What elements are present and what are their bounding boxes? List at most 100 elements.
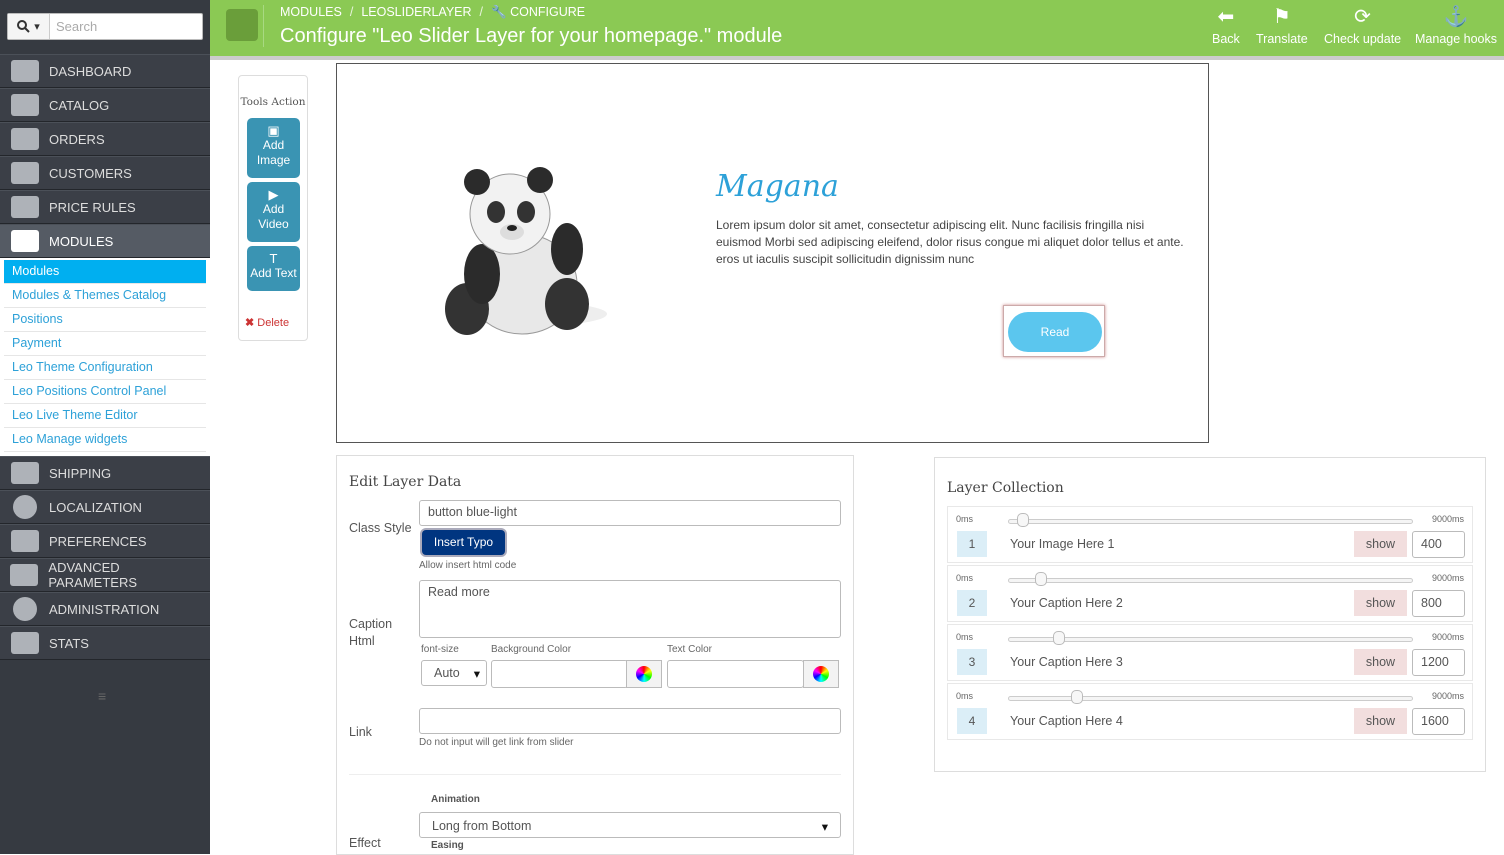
book-icon xyxy=(0,94,49,116)
menu-item-catalog[interactable]: CATALOG xyxy=(0,88,210,122)
timeline-slider[interactable] xyxy=(1008,578,1413,583)
menu-item-label: CUSTOMERS xyxy=(49,165,132,181)
timeline-slider[interactable] xyxy=(1008,519,1413,524)
search-input[interactable] xyxy=(52,14,200,39)
submenu-item-modules[interactable]: Modules xyxy=(4,260,206,284)
timeline-max-label: 9000ms xyxy=(1431,514,1464,524)
breadcrumb-separator: / xyxy=(479,5,484,19)
timeline-slider[interactable] xyxy=(1008,696,1413,701)
slide-heading[interactable]: Magana xyxy=(716,169,839,204)
page-header: MODULES / LEOSLIDERLAYER / 🔧 CONFIGURE C… xyxy=(210,0,1504,56)
menu-item-price-rules[interactable]: PRICE RULES xyxy=(0,190,210,224)
add-image-button[interactable]: ▣ Add Image xyxy=(247,118,300,178)
link-input[interactable] xyxy=(419,708,841,734)
layer-name[interactable]: Your Caption Here 3 xyxy=(1010,655,1123,669)
menu-item-preferences[interactable]: PREFERENCES xyxy=(0,524,210,558)
panda-image[interactable] xyxy=(422,164,612,344)
text-color-input[interactable] xyxy=(667,660,804,688)
check-update-button[interactable]: ⟳ Check update xyxy=(1324,4,1401,46)
layer-collection-panel: Layer Collection 0ms 9000ms 1 Your Image… xyxy=(934,457,1486,772)
menu-item-label: ORDERS xyxy=(49,131,105,147)
back-button[interactable]: ⬅ Back xyxy=(1212,4,1240,46)
add-text-button[interactable]: T Add Text xyxy=(247,246,300,291)
layer-collection-title: Layer Collection xyxy=(947,480,1064,496)
color-picker-icon[interactable] xyxy=(803,660,839,688)
menu-item-label: CATALOG xyxy=(49,97,110,113)
menu-item-orders[interactable]: ORDERS xyxy=(0,122,210,156)
timeline-slider-handle[interactable] xyxy=(1071,690,1083,704)
class-style-input[interactable]: button blue-light xyxy=(419,500,841,526)
layer-time-input[interactable]: 800 xyxy=(1412,590,1465,617)
credit-card-icon xyxy=(0,128,49,150)
add-video-button[interactable]: ▶ Add Video xyxy=(247,182,300,242)
show-button[interactable]: show xyxy=(1354,708,1407,734)
submenu-item-leo-live-theme-editor[interactable]: Leo Live Theme Editor xyxy=(4,404,206,428)
header-divider xyxy=(210,56,1504,60)
globe-icon xyxy=(0,495,49,519)
submenu-item-payment[interactable]: Payment xyxy=(4,332,206,356)
read-button[interactable]: Read xyxy=(1008,312,1102,352)
layer-time-input[interactable]: 1600 xyxy=(1412,708,1465,735)
submenu-item-leo-theme-configuration[interactable]: Leo Theme Configuration xyxy=(4,356,206,380)
submenu-item-leo-positions-control-panel[interactable]: Leo Positions Control Panel xyxy=(4,380,206,404)
layer-number: 1 xyxy=(957,531,987,557)
show-button[interactable]: show xyxy=(1354,590,1407,616)
insert-typo-button[interactable]: Insert Typo xyxy=(422,530,505,555)
search-dropdown-button[interactable]: ▾ xyxy=(8,14,50,39)
layer-row[interactable]: 0ms 9000ms 3 Your Caption Here 3 show 12… xyxy=(947,624,1473,681)
timeline-slider-handle[interactable] xyxy=(1053,631,1065,645)
layer-name[interactable]: Your Image Here 1 xyxy=(1010,537,1114,551)
submenu-item-modules-themes-catalog[interactable]: Modules & Themes Catalog xyxy=(4,284,206,308)
add-text-label: Add Text xyxy=(250,266,297,280)
layer-name[interactable]: Your Caption Here 4 xyxy=(1010,714,1123,728)
puzzle-icon xyxy=(0,230,49,252)
page-title: Configure "Leo Slider Layer for your hom… xyxy=(280,25,783,47)
slide-read-button-layer[interactable]: Read xyxy=(1003,305,1105,357)
menu-item-label: ADVANCED PARAMETERS xyxy=(48,560,138,590)
manage-hooks-button[interactable]: ⚓ Manage hooks xyxy=(1415,4,1497,46)
bar-chart-icon xyxy=(0,632,49,654)
timeline-slider-handle[interactable] xyxy=(1017,513,1029,527)
wrench-icon: 🔧 xyxy=(491,5,507,19)
menu-item-localization[interactable]: LOCALIZATION xyxy=(0,490,210,524)
show-button[interactable]: show xyxy=(1354,531,1407,557)
breadcrumb-configure: 🔧 CONFIGURE xyxy=(491,5,585,20)
timeline-slider-handle[interactable] xyxy=(1035,572,1047,586)
puzzle-icon xyxy=(222,5,264,47)
color-picker-icon[interactable] xyxy=(626,660,662,688)
timeline-slider[interactable] xyxy=(1008,637,1413,642)
animation-select[interactable]: Long from Bottom ▾ xyxy=(419,812,841,838)
main-menu: DASHBOARD CATALOG ORDERS CUSTOMERS PRICE… xyxy=(0,54,210,660)
background-color-input[interactable] xyxy=(491,660,628,688)
caption-html-textarea[interactable]: Read more xyxy=(419,580,841,638)
collapse-menu-icon[interactable]: ≡ xyxy=(98,688,106,704)
menu-item-dashboard[interactable]: DASHBOARD xyxy=(0,54,210,88)
section-divider xyxy=(349,774,841,775)
delete-button[interactable]: ✖ Delete xyxy=(245,316,289,329)
check-update-label: Check update xyxy=(1324,32,1402,46)
layer-name[interactable]: Your Caption Here 2 xyxy=(1010,596,1123,610)
layer-row[interactable]: 0ms 9000ms 4 Your Caption Here 4 show 16… xyxy=(947,683,1473,740)
menu-item-label: DASHBOARD xyxy=(49,63,132,79)
slide-description[interactable]: Lorem ipsum dolor sit amet, consectetur … xyxy=(716,217,1186,268)
layer-time-input[interactable]: 400 xyxy=(1412,531,1465,558)
layer-row[interactable]: 0ms 9000ms 1 Your Image Here 1 show 400 xyxy=(947,506,1473,563)
menu-item-advanced-parameters[interactable]: ADVANCED PARAMETERS xyxy=(0,558,210,592)
layer-row[interactable]: 0ms 9000ms 2 Your Caption Here 2 show 80… xyxy=(947,565,1473,622)
font-size-select[interactable]: Auto ▾ xyxy=(421,660,487,686)
breadcrumb-modules[interactable]: MODULES xyxy=(280,5,342,20)
menu-item-customers[interactable]: CUSTOMERS xyxy=(0,156,210,190)
layer-time-input[interactable]: 1200 xyxy=(1412,649,1465,676)
submenu-item-positions[interactable]: Positions xyxy=(4,308,206,332)
menu-item-stats[interactable]: STATS xyxy=(0,626,210,660)
cogs-icon xyxy=(0,564,48,586)
menu-item-shipping[interactable]: SHIPPING xyxy=(0,456,210,490)
submenu-item-leo-manage-widgets[interactable]: Leo Manage widgets xyxy=(4,428,206,452)
add-image-label: Add Image xyxy=(256,138,291,167)
menu-item-label: STATS xyxy=(49,635,89,651)
menu-item-modules[interactable]: MODULES xyxy=(0,224,210,258)
translate-button[interactable]: ⚑ Translate xyxy=(1256,4,1308,46)
show-button[interactable]: show xyxy=(1354,649,1407,675)
breadcrumb-leosliderlayer[interactable]: LEOSLIDERLAYER xyxy=(361,5,471,20)
menu-item-administration[interactable]: ADMINISTRATION xyxy=(0,592,210,626)
